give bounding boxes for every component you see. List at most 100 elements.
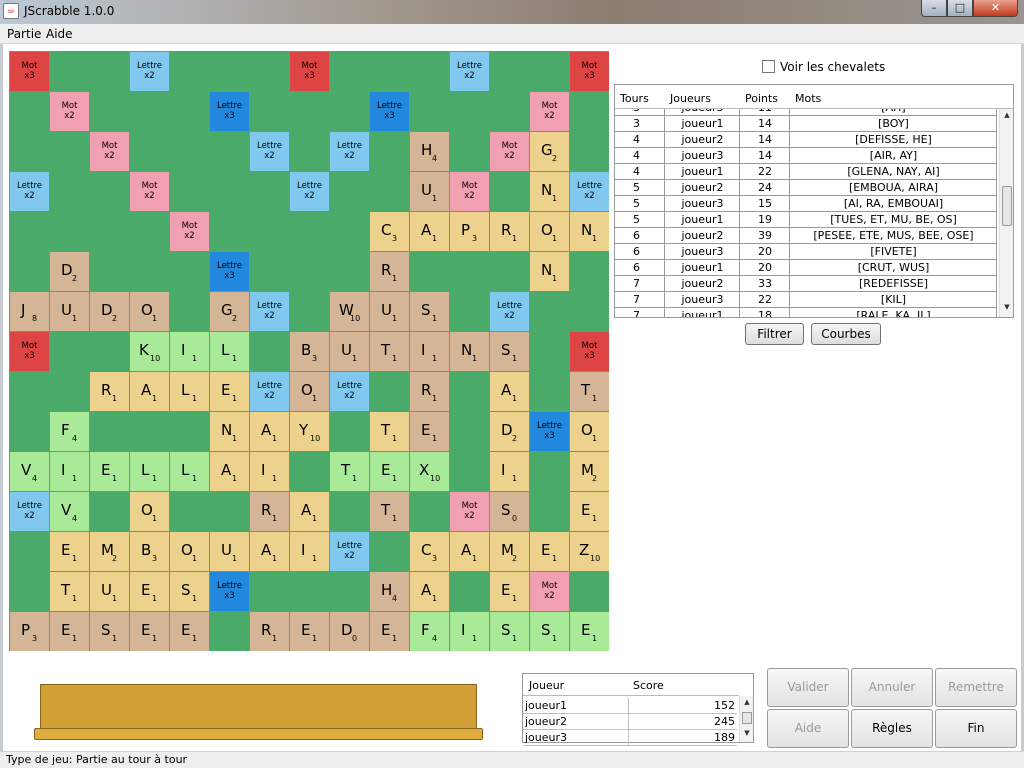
- filter-button[interactable]: Filtrer: [745, 323, 804, 345]
- board-tile[interactable]: C3: [410, 532, 449, 571]
- help-button[interactable]: Aide: [767, 709, 849, 748]
- board-tile[interactable]: R1: [250, 612, 289, 651]
- board-tile[interactable]: M2: [490, 532, 529, 571]
- board-cell-empty[interactable]: [170, 52, 209, 91]
- board-cell-empty[interactable]: [330, 252, 369, 291]
- board-tile[interactable]: A1: [250, 532, 289, 571]
- board-cell-empty[interactable]: [450, 292, 489, 331]
- board-cell-empty[interactable]: [330, 92, 369, 131]
- history-row[interactable]: 3 joueur1 14 [BOY]: [615, 116, 997, 132]
- board-tile[interactable]: H4: [410, 132, 449, 171]
- board-tile[interactable]: R1: [90, 372, 129, 411]
- board-cell-empty[interactable]: [170, 132, 209, 171]
- board-tile[interactable]: I1: [410, 332, 449, 371]
- board-tile[interactable]: E1: [170, 612, 209, 651]
- board-cell-empty[interactable]: [10, 412, 49, 451]
- board-cell-empty[interactable]: [50, 372, 89, 411]
- board-tile[interactable]: M2: [570, 452, 609, 491]
- board-cell-empty[interactable]: [450, 92, 489, 131]
- board-cell-premium[interactable]: Lettre x2: [290, 172, 329, 211]
- end-button[interactable]: Fin: [935, 709, 1017, 748]
- board-tile[interactable]: I1: [450, 612, 489, 651]
- board-cell-empty[interactable]: [10, 212, 49, 251]
- scroll-up-arrow-icon[interactable]: ▲: [1000, 111, 1014, 119]
- history-row[interactable]: 5 joueur2 24 [EMBOUA, AIRA]: [615, 180, 997, 196]
- board-cell-empty[interactable]: [170, 92, 209, 131]
- board-tile[interactable]: R1: [370, 252, 409, 291]
- board-tile[interactable]: T1: [370, 492, 409, 531]
- show-racks-checkbox[interactable]: [762, 60, 775, 73]
- board-tile[interactable]: E1: [50, 532, 89, 571]
- board-cell-empty[interactable]: [210, 492, 249, 531]
- board-tile[interactable]: L1: [170, 452, 209, 491]
- board-cell-empty[interactable]: [10, 92, 49, 131]
- board-tile[interactable]: A1: [410, 212, 449, 251]
- board-tile[interactable]: W 10: [330, 292, 369, 331]
- history-row[interactable]: 6 joueur3 20 [FIVETE]: [615, 244, 997, 260]
- board-cell-empty[interactable]: [50, 332, 89, 371]
- board-cell-empty[interactable]: [90, 212, 129, 251]
- column-header-score[interactable]: Score: [633, 679, 664, 692]
- board-cell-empty[interactable]: [130, 92, 169, 131]
- board-cell-empty[interactable]: [250, 172, 289, 211]
- board-cell-premium[interactable]: Mot x2: [490, 132, 529, 171]
- board-cell-empty[interactable]: [530, 492, 569, 531]
- board-tile[interactable]: E1: [90, 452, 129, 491]
- board-tile[interactable]: U1: [410, 172, 449, 211]
- scroll-down-arrow-icon[interactable]: ▼: [1000, 303, 1014, 311]
- board-tile[interactable]: S1: [490, 332, 529, 371]
- board-tile[interactable]: M2: [90, 532, 129, 571]
- board-cell-empty[interactable]: [130, 212, 169, 251]
- board-cell-empty[interactable]: [50, 212, 89, 251]
- board-cell-empty[interactable]: [10, 132, 49, 171]
- board-cell-empty[interactable]: [210, 612, 249, 651]
- board-tile[interactable]: T1: [370, 332, 409, 371]
- history-row[interactable]: 4 joueur1 22 [GLENA, NAY, AI]: [615, 164, 997, 180]
- board-cell-empty[interactable]: [290, 212, 329, 251]
- board-tile[interactable]: E1: [130, 612, 169, 651]
- board-tile[interactable]: S1: [90, 612, 129, 651]
- board-cell-empty[interactable]: [50, 172, 89, 211]
- board-cell-empty[interactable]: [90, 92, 129, 131]
- board-tile[interactable]: R1: [490, 212, 529, 251]
- board-cell-empty[interactable]: [50, 132, 89, 171]
- board-cell-premium[interactable]: Mot x3: [10, 52, 49, 91]
- board-cell-empty[interactable]: [50, 52, 89, 91]
- board-cell-premium[interactable]: Lettre x2: [130, 52, 169, 91]
- board-cell-empty[interactable]: [370, 52, 409, 91]
- board-tile[interactable]: O1: [170, 532, 209, 571]
- board-cell-empty[interactable]: [10, 372, 49, 411]
- board-cell-empty[interactable]: [130, 412, 169, 451]
- curves-button[interactable]: Courbes: [811, 323, 881, 345]
- board-cell-empty[interactable]: [530, 52, 569, 91]
- board-tile[interactable]: D2: [50, 252, 89, 291]
- board-cell-empty[interactable]: [490, 172, 529, 211]
- board-tile[interactable]: A1: [290, 492, 329, 531]
- reset-button[interactable]: Remettre: [935, 668, 1017, 707]
- board-tile[interactable]: A1: [130, 372, 169, 411]
- board-tile[interactable]: J8: [10, 292, 49, 331]
- history-scroll-thumb[interactable]: [1002, 186, 1012, 226]
- board-tile[interactable]: E1: [490, 572, 529, 611]
- board-tile[interactable]: E1: [570, 492, 609, 531]
- column-header-tours[interactable]: Tours: [620, 92, 649, 105]
- board-tile[interactable]: N1: [530, 172, 569, 211]
- board-cell-empty[interactable]: [570, 252, 609, 291]
- board-cell-empty[interactable]: [330, 492, 369, 531]
- board-cell-empty[interactable]: [410, 252, 449, 291]
- title-bar[interactable]: ☕ JScrabble 1.0.0 – □ ✕: [0, 0, 1024, 24]
- board-tile[interactable]: U1: [330, 332, 369, 371]
- board-cell-empty[interactable]: [290, 292, 329, 331]
- board-tile[interactable]: N1: [530, 252, 569, 291]
- history-row[interactable]: 5 joueur3 15 [AI, RA, EMBOUAI]: [615, 196, 997, 212]
- board-tile[interactable]: T1: [50, 572, 89, 611]
- score-row[interactable]: joueur3 189: [523, 730, 737, 746]
- history-scrollbar[interactable]: ▲ ▼: [999, 109, 1013, 317]
- board-cell-empty[interactable]: [570, 292, 609, 331]
- board-tile[interactable]: Z 10: [570, 532, 609, 571]
- board-tile[interactable]: O1: [530, 212, 569, 251]
- board-tile[interactable]: O1: [130, 292, 169, 331]
- board-tile[interactable]: E1: [370, 452, 409, 491]
- board-cell-empty[interactable]: [530, 372, 569, 411]
- minimize-button[interactable]: –: [921, 0, 947, 17]
